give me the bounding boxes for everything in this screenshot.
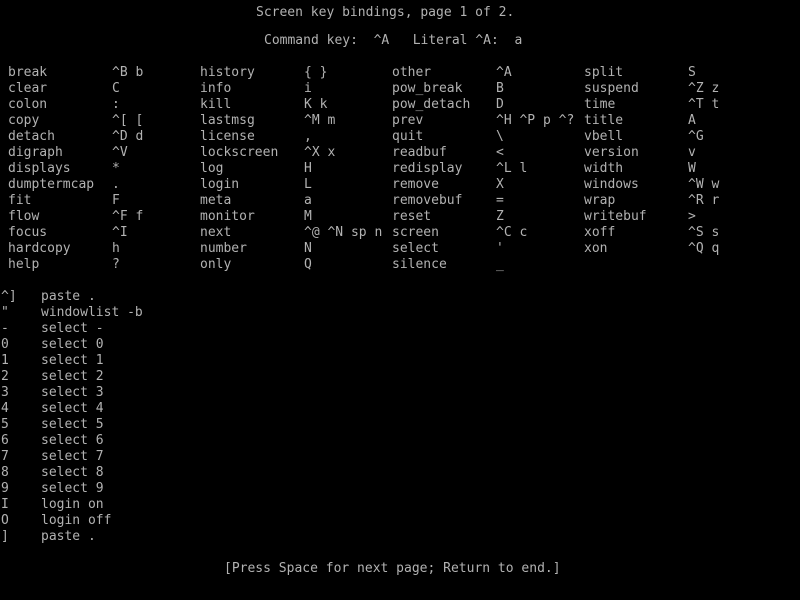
binding-command: paste . (41, 289, 96, 304)
binding-key: 7 (1, 449, 9, 464)
binding-command: select - (41, 321, 104, 336)
binding-key: 6 (1, 433, 9, 448)
binding-row: 1 select 1 (0, 353, 800, 369)
binding-key: O (1, 513, 9, 528)
binding-command: select 6 (41, 433, 104, 448)
command-name: suspend (584, 81, 639, 96)
binding-entry-suspend: suspend ^Z z (0, 81, 800, 97)
binding-command: select 2 (41, 369, 104, 384)
command-name: silence (392, 257, 447, 272)
command-name: xon (584, 241, 608, 256)
command-name: split (584, 65, 624, 80)
binding-command: login on (41, 497, 104, 512)
binding-key: I (1, 497, 9, 512)
command-name: writebuf (584, 209, 647, 224)
binding-row: 6 select 6 (0, 433, 800, 449)
binding-command: paste . (41, 529, 96, 544)
binding-command: windowlist -b (41, 305, 143, 320)
binding-row: 2 select 2 (0, 369, 800, 385)
command-keys: > (688, 209, 696, 224)
binding-entry-windows: windows ^W w (0, 177, 800, 193)
footer-row: [Press Space for next page; Return to en… (0, 561, 800, 577)
binding-key: 9 (1, 481, 9, 496)
binding-command: select 7 (41, 449, 104, 464)
binding-key: " (1, 305, 9, 320)
binding-key: ] (1, 529, 9, 544)
command-keys: S (688, 65, 696, 80)
binding-key: 5 (1, 417, 9, 432)
binding-row: ^] paste . (0, 289, 800, 305)
binding-key: 1 (1, 353, 9, 368)
page-title: Screen key bindings, page 1 of 2. (256, 5, 515, 20)
footer-prompt: [Press Space for next page; Return to en… (224, 561, 561, 576)
binding-entry-vbell: vbell ^G (0, 129, 800, 145)
binding-command: select 0 (41, 337, 104, 352)
command-keys: A (688, 113, 696, 128)
binding-key: - (1, 321, 9, 336)
binding-row: - select - (0, 321, 800, 337)
command-key-info: Command key: ^A Literal ^A: a (264, 33, 523, 48)
command-name: xoff (584, 225, 616, 240)
binding-command: login off (41, 513, 112, 528)
binding-key: 8 (1, 465, 9, 480)
binding-key: ^] (1, 289, 17, 304)
binding-row: " windowlist -b (0, 305, 800, 321)
binding-row: 4 select 4 (0, 401, 800, 417)
binding-command: select 4 (41, 401, 104, 416)
binding-row: 5 select 5 (0, 417, 800, 433)
binding-command: select 3 (41, 385, 104, 400)
binding-command: select 9 (41, 481, 104, 496)
binding-row: 3 select 3 (0, 385, 800, 401)
command-name: width (584, 161, 624, 176)
command-keys: _ (496, 257, 504, 272)
binding-entry-wrap: wrap ^R r (0, 193, 800, 209)
command-keys: ^R r (688, 193, 720, 208)
binding-row: 9 select 9 (0, 481, 800, 497)
command-keys: ^Q q (688, 241, 720, 256)
binding-entry-xoff: xoff ^S s (0, 225, 800, 241)
command-keys: ^Z z (688, 81, 720, 96)
command-keys: v (688, 145, 696, 160)
binding-row: ] paste . (0, 529, 800, 545)
command-keys: ^W w (688, 177, 720, 192)
binding-entry-split: split S (0, 65, 800, 81)
terminal-screen[interactable]: Screen key bindings, page 1 of 2. Comman… (0, 0, 800, 600)
binding-row: 7 select 7 (0, 449, 800, 465)
binding-key: 4 (1, 401, 9, 416)
binding-row: Ilogin on (0, 497, 800, 513)
binding-entry-time: time ^T t (0, 97, 800, 113)
command-name: title (584, 113, 624, 128)
binding-command: select 8 (41, 465, 104, 480)
binding-entry-version: version v (0, 145, 800, 161)
command-keys: ^S s (688, 225, 720, 240)
command-name: windows (584, 177, 639, 192)
binding-command: select 1 (41, 353, 104, 368)
binding-entry-writebuf: writebuf > (0, 209, 800, 225)
binding-entry-xon: xon ^Q q (0, 241, 800, 257)
binding-row: 8 select 8 (0, 465, 800, 481)
command-keys: ^G (688, 129, 704, 144)
command-name: wrap (584, 193, 616, 208)
command-name: time (584, 97, 616, 112)
command-key-row: Command key: ^A Literal ^A: a (0, 33, 800, 49)
binding-command: select 5 (41, 417, 104, 432)
command-keys: ^T t (688, 97, 720, 112)
command-name: vbell (584, 129, 624, 144)
binding-key: 2 (1, 369, 9, 384)
binding-entry-title: title A (0, 113, 800, 129)
binding-row: 0 select 0 (0, 337, 800, 353)
command-keys: W (688, 161, 696, 176)
command-name: version (584, 145, 639, 160)
binding-key: 0 (1, 337, 9, 352)
header-title-row: Screen key bindings, page 1 of 2. (0, 5, 800, 21)
binding-row: Ologin off (0, 513, 800, 529)
binding-entry-silence: silence _ (0, 257, 800, 273)
binding-entry-width: width W (0, 161, 800, 177)
binding-key: 3 (1, 385, 9, 400)
